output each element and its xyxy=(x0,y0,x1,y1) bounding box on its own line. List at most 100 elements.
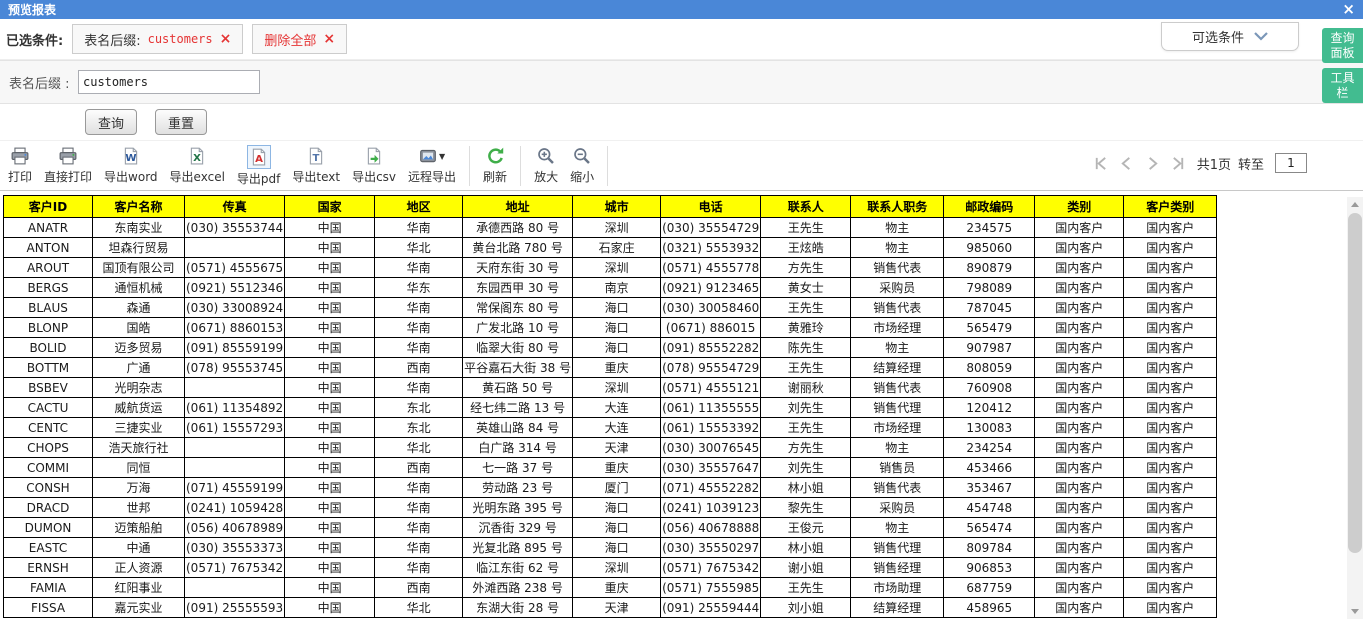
table-cell: 国内客户 xyxy=(1035,298,1124,318)
table-cell: 国内客户 xyxy=(1124,498,1217,518)
table-cell: CHOPS xyxy=(4,438,93,458)
svg-text:A: A xyxy=(255,154,263,165)
table-cell: 黄女士 xyxy=(761,278,851,298)
table-cell: 中国 xyxy=(285,458,375,478)
table-cell: 国内客户 xyxy=(1035,318,1124,338)
table-cell xyxy=(185,438,285,458)
direct-print-button[interactable]: 直接打印 xyxy=(38,144,98,186)
printer-icon xyxy=(11,145,29,167)
table-cell: 454748 xyxy=(944,498,1035,518)
table-cell: 中国 xyxy=(285,278,375,298)
table-cell: 中国 xyxy=(285,358,375,378)
toolbar-button-label: 远程导出 xyxy=(408,168,456,185)
table-cell: (0321) 5553932 xyxy=(661,238,761,258)
table-row: BOTTM广通(078) 95553745中国西南平谷嘉石大街 38 号重庆(0… xyxy=(4,358,1217,378)
scrollbar-thumb[interactable] xyxy=(1348,213,1362,553)
column-header: 联系人职务 xyxy=(851,196,944,218)
table-cell: 国内客户 xyxy=(1124,338,1217,358)
table-cell: 黄台北路 780 号 xyxy=(463,238,573,258)
table-cell: 威航货运 xyxy=(93,398,185,418)
first-page-icon[interactable] xyxy=(1093,156,1108,171)
zoom-in-button[interactable]: 放大 xyxy=(528,144,564,186)
column-header: 联系人 xyxy=(761,196,851,218)
table-row: CHOPS浩天旅行社中国华北白广路 314 号天津(030) 30076545方… xyxy=(4,438,1217,458)
prev-page-icon[interactable] xyxy=(1119,156,1134,171)
vertical-scrollbar[interactable] xyxy=(1347,197,1363,619)
table-row: BERGS通恒机械(0921) 5512346中国华东东园西甲 30 号南京(0… xyxy=(4,278,1217,298)
remove-condition-icon[interactable]: × xyxy=(220,31,232,47)
table-cell: 七一路 37 号 xyxy=(463,458,573,478)
last-page-icon[interactable] xyxy=(1171,156,1186,171)
scroll-down-icon[interactable] xyxy=(1347,604,1363,619)
table-cell: 华南 xyxy=(375,378,463,398)
table-cell: 方先生 xyxy=(761,258,851,278)
query-button[interactable]: 查询 xyxy=(85,109,137,135)
table-cell: 中国 xyxy=(285,378,375,398)
export-csv-button[interactable]: 导出csv xyxy=(346,144,402,186)
table-cell: 物主 xyxy=(851,438,944,458)
table-cell: CONSH xyxy=(4,478,93,498)
table-cell: (061) 11355555 xyxy=(661,398,761,418)
table-cell: BOLID xyxy=(4,338,93,358)
table-cell: (030) 30076545 xyxy=(661,438,761,458)
table-cell: 国内客户 xyxy=(1035,218,1124,238)
reset-button[interactable]: 重置 xyxy=(155,109,207,135)
table-cell: 林小姐 xyxy=(761,478,851,498)
form-actions: 查询 重置 xyxy=(0,104,1363,141)
table-cell: 中国 xyxy=(285,438,375,458)
export-excel-button[interactable]: X导出excel xyxy=(164,144,231,186)
query-panel-button[interactable]: 查询面板 xyxy=(1322,28,1363,63)
table-cell: 重庆 xyxy=(573,458,661,478)
table-cell: 海口 xyxy=(573,318,661,338)
table-cell: 华南 xyxy=(375,518,463,538)
export-text-button[interactable]: T导出text xyxy=(286,144,346,186)
toolbar-separator xyxy=(520,146,521,186)
table-cell: 常保阁东 80 号 xyxy=(463,298,573,318)
print-button[interactable]: 打印 xyxy=(2,144,38,186)
table-cell: 天津 xyxy=(573,438,661,458)
table-cell: 国内客户 xyxy=(1035,458,1124,478)
svg-text:W: W xyxy=(125,153,136,164)
table-suffix-input[interactable] xyxy=(78,70,260,94)
next-page-icon[interactable] xyxy=(1145,156,1160,171)
table-cell: 王先生 xyxy=(761,578,851,598)
table-cell: (0571) 4555675 xyxy=(185,258,285,278)
toolbar-side-button[interactable]: 工具栏 xyxy=(1322,68,1363,103)
table-cell: (091) 25559444 xyxy=(661,598,761,618)
table-cell: 中国 xyxy=(285,298,375,318)
table-cell: 深圳 xyxy=(573,258,661,278)
export-pdf-button[interactable]: A 导出pdf xyxy=(231,144,286,188)
table-cell: 华南 xyxy=(375,538,463,558)
toolbar-button-label: 导出word xyxy=(104,168,158,185)
table-cell: 国内客户 xyxy=(1035,578,1124,598)
toolbar-button-label: 导出pdf xyxy=(237,170,280,187)
table-cell: 西南 xyxy=(375,578,463,598)
table-cell: 国皓 xyxy=(93,318,185,338)
dropdown-caret-icon[interactable]: ▼ xyxy=(439,152,445,161)
refresh-button[interactable]: 刷新 xyxy=(477,144,513,186)
optional-conditions-label: 可选条件 xyxy=(1192,27,1244,46)
remote-export-button[interactable]: ▼ 远程导出 xyxy=(402,144,462,186)
table-cell: (0671) 8860153 xyxy=(185,318,285,338)
table-cell: 国内客户 xyxy=(1124,218,1217,238)
table-cell: 销售员 xyxy=(851,458,944,478)
table-cell: 东北 xyxy=(375,398,463,418)
table-cell: 天津 xyxy=(573,598,661,618)
close-icon[interactable]: × xyxy=(1342,2,1355,17)
zoom-out-button[interactable]: 缩小 xyxy=(564,144,600,186)
remove-all-icon[interactable]: × xyxy=(323,31,335,47)
table-cell: 中国 xyxy=(285,538,375,558)
table-row: BLAUS森通(030) 33008924中国华南常保阁东 80 号海口(030… xyxy=(4,298,1217,318)
table-cell: (071) 45552282 xyxy=(661,478,761,498)
table-cell: 市场助理 xyxy=(851,578,944,598)
table-cell: 销售代表 xyxy=(851,478,944,498)
column-header: 国家 xyxy=(285,196,375,218)
page-number-input[interactable] xyxy=(1275,153,1307,173)
table-cell: 国内客户 xyxy=(1124,538,1217,558)
scroll-up-icon[interactable] xyxy=(1347,197,1363,212)
export-word-button[interactable]: W 导出word xyxy=(98,144,164,186)
table-cell: BERGS xyxy=(4,278,93,298)
column-header: 城市 xyxy=(573,196,661,218)
optional-conditions-button[interactable]: 可选条件 xyxy=(1161,22,1299,51)
column-header: 邮政编码 xyxy=(944,196,1035,218)
